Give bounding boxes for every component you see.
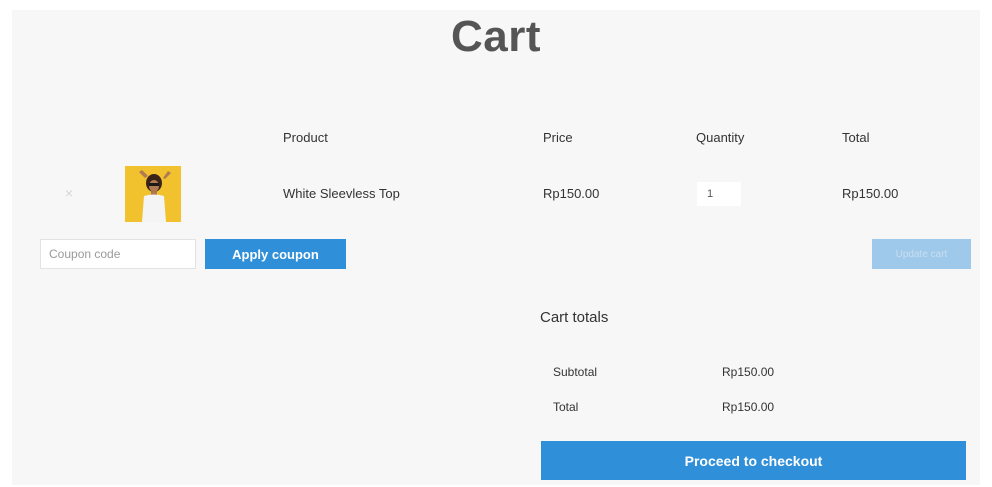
remove-item-icon[interactable]: × <box>62 186 76 200</box>
column-header-quantity: Quantity <box>696 130 745 145</box>
product-name-link[interactable]: White Sleevless Top <box>283 186 400 201</box>
proceed-to-checkout-button[interactable]: Proceed to checkout <box>541 441 966 480</box>
total-label: Total <box>553 400 579 414</box>
subtotal-label: Subtotal <box>553 365 598 379</box>
subtotal-value: Rp150.00 <box>722 365 775 379</box>
product-price: Rp150.00 <box>543 186 600 201</box>
column-header-total: Total <box>842 130 870 145</box>
page-title: Cart <box>450 12 542 61</box>
update-cart-button[interactable]: Update cart <box>872 239 971 269</box>
coupon-code-input[interactable] <box>40 239 196 269</box>
total-value: Rp150.00 <box>722 400 775 414</box>
column-header-price: Price <box>543 130 573 145</box>
cart-totals-title: Cart totals <box>540 309 609 326</box>
apply-coupon-button[interactable]: Apply coupon <box>205 239 346 269</box>
product-image <box>125 166 181 222</box>
column-header-product: Product <box>283 130 328 145</box>
product-thumbnail[interactable] <box>125 166 181 222</box>
quantity-input[interactable] <box>697 182 741 206</box>
line-total: Rp150.00 <box>842 186 899 201</box>
